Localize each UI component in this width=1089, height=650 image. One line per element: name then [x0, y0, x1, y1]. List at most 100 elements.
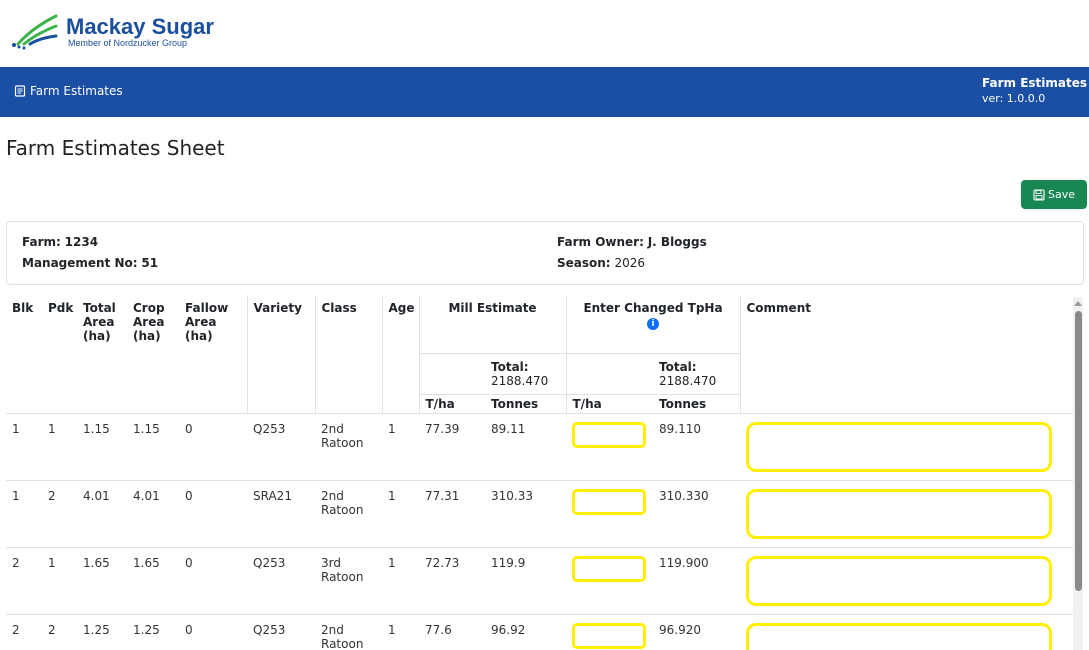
cell-pdk: 1	[42, 413, 77, 481]
scroll-up-arrow-icon[interactable]	[1074, 301, 1082, 306]
brand-name: Mackay Sugar	[66, 13, 214, 39]
tpha-input[interactable]	[572, 622, 646, 649]
comment-textarea[interactable]	[746, 555, 1052, 606]
cell-mill-tha: 77.39	[419, 413, 485, 481]
enter-changed-label: Enter Changed TpHa	[583, 301, 723, 315]
owner-info: Farm Owner: J. Bloggs	[557, 235, 707, 249]
brand-subtitle: Member of Nordzucker Group	[68, 37, 188, 48]
cell-comment	[740, 413, 1074, 481]
header-age: Age	[381, 295, 419, 414]
header-mill-tonnes: Tonnes	[485, 394, 566, 414]
changed-total-label: Total:	[659, 359, 697, 374]
management-info: Management No: 51	[22, 256, 158, 270]
header-blk: Blk	[6, 295, 42, 414]
nav-link-label: Farm Estimates	[30, 84, 123, 98]
cell-pdk: 2	[42, 614, 77, 650]
cell-changed-tonnes: 310.330	[653, 480, 740, 548]
season-info: Season: 2026	[557, 256, 645, 270]
cell-crop-area: 1.15	[127, 413, 179, 481]
cell-blk: 1	[6, 480, 42, 548]
header-enter-changed-tpha: Enter Changed TpHa i	[565, 295, 740, 354]
cell-variety: Q253	[247, 547, 315, 615]
comment-textarea[interactable]	[746, 622, 1052, 650]
header-class: Class	[314, 295, 382, 414]
owner-value: J. Bloggs	[647, 235, 707, 249]
scrollbar-thumb[interactable]	[1075, 311, 1082, 591]
cell-class: 2nd Ratoon	[315, 614, 382, 650]
changed-total-value: 2188.470	[659, 373, 717, 388]
cell-blk: 2	[6, 614, 42, 650]
table-header-row: Blk Pdk Total Area (ha) Crop Area (ha) F…	[6, 295, 1074, 414]
cell-comment	[740, 614, 1074, 650]
mill-total-value: 2188.470	[491, 373, 549, 388]
comment-textarea[interactable]	[746, 488, 1052, 539]
header-mill-estimate: Mill Estimate	[418, 295, 566, 354]
table-scrollbar[interactable]	[1073, 297, 1083, 650]
tpha-input[interactable]	[572, 488, 646, 515]
cell-variety: SRA21	[247, 480, 315, 548]
cell-crop-area: 1.25	[127, 614, 179, 650]
mill-total-label: Total:	[491, 359, 529, 374]
cell-pdk: 2	[42, 480, 77, 548]
cell-mill-tonnes: 89.11	[485, 413, 566, 481]
header-crop-area: Crop Area (ha)	[127, 295, 179, 414]
cell-age: 1	[382, 614, 419, 650]
save-button-label: Save	[1047, 188, 1075, 201]
app-version: ver: 1.0.0.0	[982, 92, 1046, 105]
cell-class: 2nd Ratoon	[315, 413, 382, 481]
management-label: Management No:	[22, 256, 138, 270]
tpha-input[interactable]	[572, 421, 646, 448]
cell-mill-tha: 77.6	[419, 614, 485, 650]
cell-mill-tha: 77.31	[419, 480, 485, 548]
header-mill-tha: T/ha	[418, 394, 485, 414]
header-changed-tha: T/ha	[565, 394, 653, 414]
management-value: 51	[141, 256, 159, 270]
cell-changed-tha	[566, 413, 653, 481]
app-title: Farm Estimates	[982, 76, 1087, 90]
cell-total-area: 1.25	[77, 614, 127, 650]
save-button[interactable]: Save	[1021, 180, 1087, 209]
cell-crop-area: 1.65	[127, 547, 179, 615]
cell-changed-tonnes: 89.110	[653, 413, 740, 481]
header-comment: Comment	[739, 295, 1074, 414]
header-variety: Variety	[246, 295, 315, 414]
mill-tha-total-blank	[418, 353, 485, 395]
cell-fallow-area: 0	[179, 480, 247, 548]
cell-comment	[740, 480, 1074, 548]
farm-value: 1234	[64, 235, 99, 249]
page-title: Farm Estimates Sheet	[6, 136, 225, 160]
farm-label: Farm:	[22, 235, 61, 249]
cell-fallow-area: 0	[179, 547, 247, 615]
cell-changed-tha	[566, 547, 653, 615]
cell-age: 1	[382, 547, 419, 615]
table-row: 2 2 1.25 1.25 0 Q253 2nd Ratoon 1 77.6 9…	[6, 614, 1074, 650]
header-changed-tonnes: Tonnes	[653, 394, 740, 414]
cell-mill-tonnes: 96.92	[485, 614, 566, 650]
cell-age: 1	[382, 413, 419, 481]
header-fallow-area: Fallow Area (ha)	[179, 295, 247, 414]
table-row: 2 1 1.65 1.65 0 Q253 3rd Ratoon 1 72.73 …	[6, 547, 1074, 615]
mill-tonnes-total: Total: 2188.470	[485, 353, 566, 395]
cell-variety: Q253	[247, 614, 315, 650]
sugar-cane-leaves-icon	[12, 14, 58, 50]
cell-fallow-area: 0	[179, 614, 247, 650]
tpha-input[interactable]	[572, 555, 646, 582]
cell-total-area: 4.01	[77, 480, 127, 548]
estimates-table-container[interactable]: Blk Pdk Total Area (ha) Crop Area (ha) F…	[6, 295, 1084, 650]
nav-link-farm-estimates[interactable]: Farm Estimates	[14, 84, 123, 98]
table-row: 1 1 1.15 1.15 0 Q253 2nd Ratoon 1 77.39 …	[6, 413, 1074, 481]
farm-info-card: Farm: 1234 Management No: 51 Farm Owner:…	[6, 221, 1084, 285]
farm-info: Farm: 1234	[22, 235, 98, 249]
cell-mill-tonnes: 310.33	[485, 480, 566, 548]
table-row: 1 2 4.01 4.01 0 SRA21 2nd Ratoon 1 77.31…	[6, 480, 1074, 548]
cell-total-area: 1.65	[77, 547, 127, 615]
comment-textarea[interactable]	[746, 421, 1052, 472]
changed-tha-total-blank	[565, 353, 653, 395]
cell-pdk: 1	[42, 547, 77, 615]
cell-age: 1	[382, 480, 419, 548]
cell-variety: Q253	[247, 413, 315, 481]
info-icon[interactable]: i	[647, 318, 659, 330]
cell-comment	[740, 547, 1074, 615]
cell-mill-tonnes: 119.9	[485, 547, 566, 615]
cell-changed-tonnes: 119.900	[653, 547, 740, 615]
